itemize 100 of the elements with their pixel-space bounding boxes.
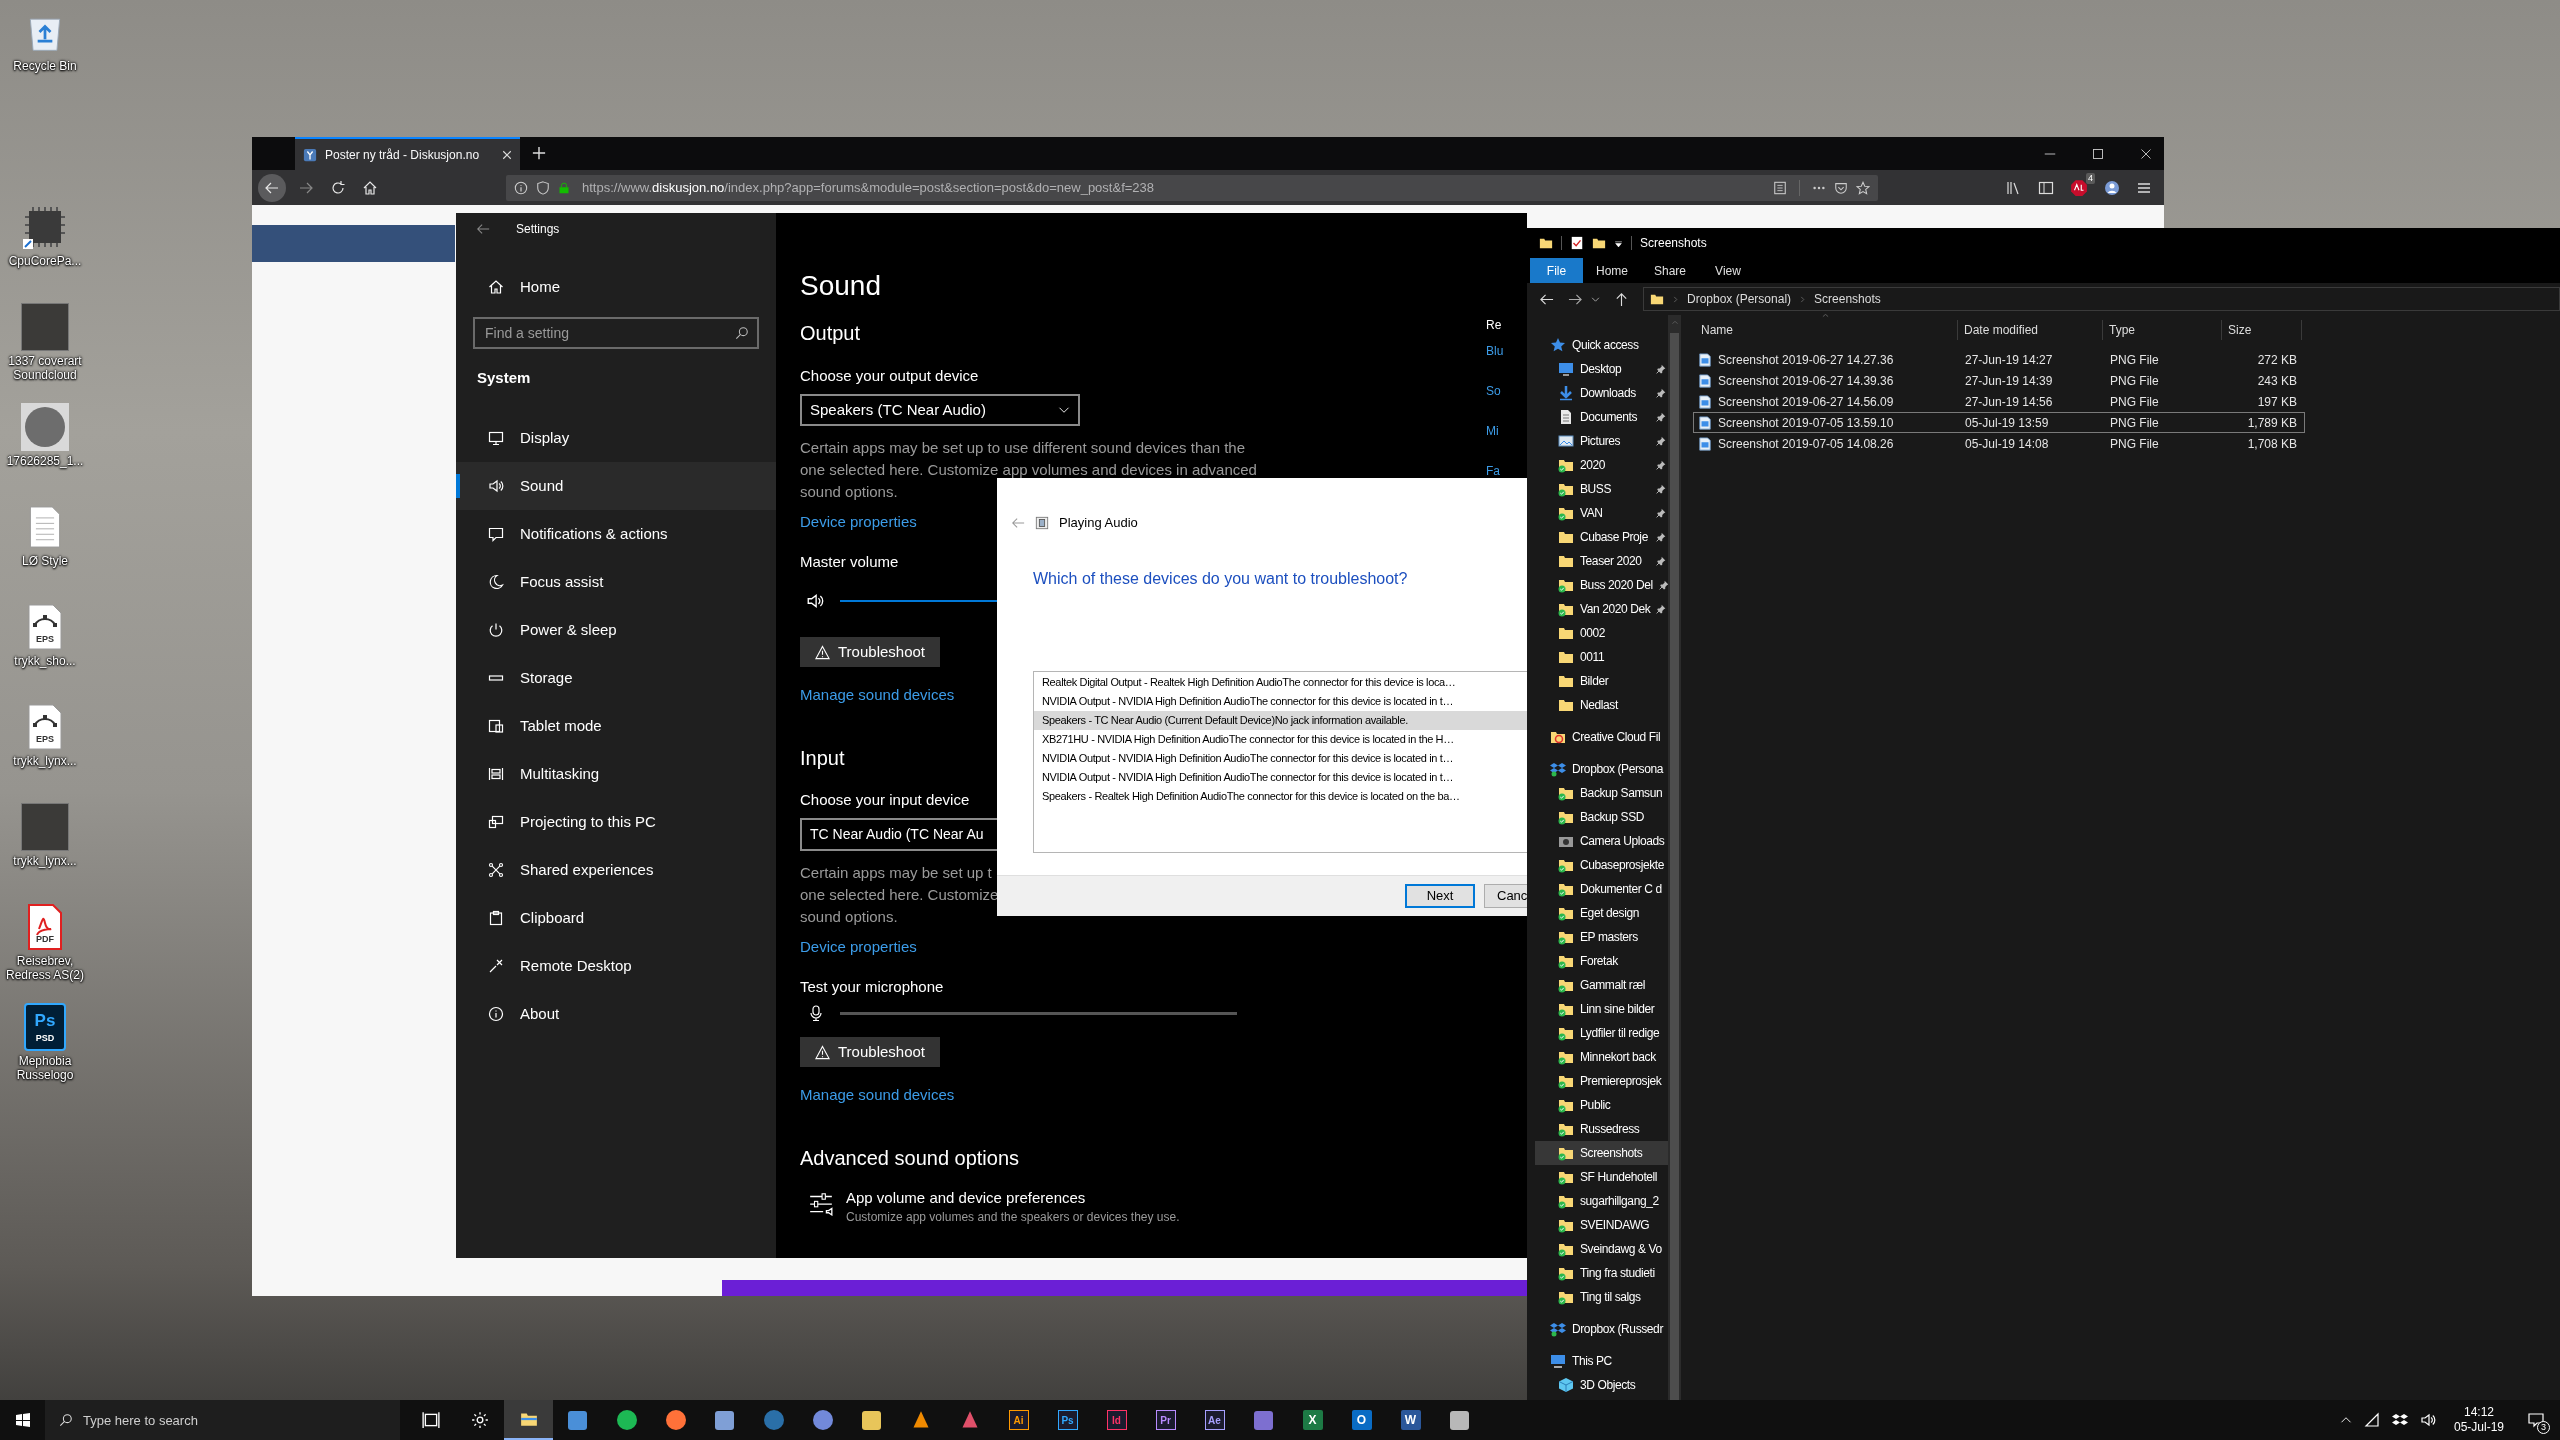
column-header[interactable]: Type: [2103, 320, 2222, 340]
pin-icon[interactable]: [1656, 388, 1666, 398]
pin-icon[interactable]: [1656, 604, 1667, 614]
tree-item[interactable]: Documents: [1535, 405, 1668, 429]
desktop-shortcut[interactable]: Ps PSD Mephobia Russelogo: [0, 1003, 90, 1103]
back-button[interactable]: [258, 173, 286, 202]
desktop-shortcut[interactable]: EPS trykk_lynx...: [0, 703, 90, 803]
device-list-item[interactable]: Speakers - Realtek High Definition AudioThe connector for this device is located on the ba…: [1034, 787, 1527, 806]
pin-icon[interactable]: [1656, 508, 1666, 518]
ribbon-tab[interactable]: View: [1699, 258, 1757, 283]
dropdown-caret-icon[interactable]: [1614, 238, 1623, 248]
settings-nav-item[interactable]: Power & sleep: [456, 606, 776, 654]
device-list-item[interactable]: XB271HU - NVIDIA High Definition AudioThe connector for this device is located in the H…: [1034, 730, 1527, 749]
new-tab-icon[interactable]: [532, 146, 546, 160]
pin-icon[interactable]: [1658, 580, 1669, 590]
tree-item[interactable]: 0011: [1535, 645, 1668, 669]
dropbox-icon[interactable]: [2391, 1412, 2408, 1428]
tree-item[interactable]: Backup SSD: [1535, 805, 1668, 829]
settings-nav-item[interactable]: Sound: [456, 462, 776, 510]
sidebar-icon[interactable]: [2038, 179, 2054, 196]
library-icon[interactable]: [2006, 179, 2022, 196]
clock[interactable]: 14:12 05-Jul-19: [2447, 1405, 2510, 1435]
address-bar[interactable]: Dropbox (Personal) Screenshots: [1643, 287, 2560, 311]
taskbar-app-button[interactable]: W: [1386, 1400, 1435, 1440]
star-icon[interactable]: [1856, 180, 1870, 195]
close-tab-icon[interactable]: [502, 149, 512, 160]
taskbar-app-button[interactable]: Ps: [1043, 1400, 1092, 1440]
breadcrumb-item[interactable]: Screenshots: [1814, 290, 1881, 308]
manage-devices-link[interactable]: Manage sound devices: [800, 684, 955, 706]
properties-icon[interactable]: [1570, 236, 1584, 250]
tree-item[interactable]: Backup Samsun: [1535, 781, 1668, 805]
settings-nav-item[interactable]: Shared experiences: [456, 846, 776, 894]
tree-item[interactable]: Van 2020 Dek: [1535, 597, 1668, 621]
tree-item[interactable]: 3D Objects: [1535, 1373, 1668, 1397]
action-center-button[interactable]: 3: [2522, 1406, 2550, 1434]
ribbon-tab[interactable]: File: [1530, 258, 1583, 283]
close-icon[interactable]: [2140, 148, 2152, 160]
reload-icon[interactable]: [330, 179, 346, 196]
tree-item[interactable]: Dropbox (Russedr: [1535, 1317, 1668, 1341]
file-row[interactable]: Screenshot 2019-06-27 14.27.36 27-Jun-19 14:27 PNG File 272 KB: [1693, 349, 2305, 370]
search-field[interactable]: Find a setting: [473, 317, 759, 349]
app-volume-item[interactable]: App volume and device preferences Customize app volumes and the speakers or devices they use.: [800, 1188, 1180, 1226]
maximize-icon[interactable]: [2092, 148, 2104, 160]
device-list-item[interactable]: Speakers - TC Near Audio (Current Default Device)No jack information available.: [1034, 711, 1527, 730]
settings-nav-item[interactable]: Remote Desktop: [456, 942, 776, 990]
home-icon[interactable]: [362, 179, 378, 196]
pin-icon[interactable]: [1656, 412, 1666, 422]
tree-item[interactable]: This PC: [1535, 1349, 1668, 1373]
tree-item[interactable]: Linn sine bilder: [1535, 997, 1668, 1021]
tree-item[interactable]: Downloads: [1535, 381, 1668, 405]
column-header[interactable]: Size: [2222, 320, 2302, 340]
breadcrumb-item[interactable]: Dropbox (Personal): [1687, 290, 1792, 308]
pin-icon[interactable]: [1656, 364, 1666, 374]
tree-item[interactable]: Foretak: [1535, 949, 1668, 973]
tree-item[interactable]: Teaser 2020: [1535, 549, 1668, 573]
file-row[interactable]: Screenshot 2019-07-05 14.08.26 05-Jul-19 14:08 PNG File 1,708 KB: [1693, 433, 2305, 454]
related-link[interactable]: Mi: [1486, 423, 1503, 439]
tree-item[interactable]: EP masters: [1535, 925, 1668, 949]
desktop-shortcut[interactable]: EPS trykk_sho...: [0, 603, 90, 703]
taskbar-app-button[interactable]: Id: [1092, 1400, 1141, 1440]
tree-item[interactable]: Russedress: [1535, 1117, 1668, 1141]
tree-item[interactable]: Dropbox (Persona: [1535, 757, 1668, 781]
tree-item[interactable]: Buss 2020 Del: [1535, 573, 1668, 597]
related-link[interactable]: So: [1486, 383, 1503, 399]
pocket-icon[interactable]: [1834, 180, 1848, 195]
related-link[interactable]: Fa: [1486, 463, 1503, 479]
tree-item[interactable]: 0002: [1535, 621, 1668, 645]
taskbar-app-button[interactable]: Pr: [1141, 1400, 1190, 1440]
device-properties-link[interactable]: Device properties: [800, 936, 917, 958]
tree-item[interactable]: Cubaseprosjekte: [1535, 853, 1668, 877]
network-icon[interactable]: [2363, 1412, 2380, 1428]
manage-devices-link[interactable]: Manage sound devices: [800, 1084, 955, 1106]
file-row[interactable]: Screenshot 2019-06-27 14.39.36 27-Jun-19 14:39 PNG File 243 KB: [1693, 370, 2305, 391]
column-header[interactable]: Date modified: [1958, 320, 2103, 340]
tree-item[interactable]: Eget design: [1535, 901, 1668, 925]
pin-icon[interactable]: [1656, 460, 1666, 470]
device-dropdown[interactable]: Speakers (TC Near Audio): [800, 394, 1080, 426]
settings-nav-item[interactable]: Notifications & actions: [456, 510, 776, 558]
adblock-icon[interactable]: [2070, 178, 2088, 197]
tree-item[interactable]: BUSS: [1535, 477, 1668, 501]
device-list-item[interactable]: NVIDIA Output - NVIDIA High Definition AudioThe connector for this device is located in t…: [1034, 749, 1527, 768]
tree-item[interactable]: Pictures: [1535, 429, 1668, 453]
dialog-button[interactable]: Next: [1405, 884, 1475, 908]
settings-nav-item[interactable]: Focus assist: [456, 558, 776, 606]
taskbar-app-button[interactable]: O: [1337, 1400, 1386, 1440]
tree-item[interactable]: Quick access: [1535, 333, 1668, 357]
pin-icon[interactable]: [1656, 484, 1666, 494]
tree-item[interactable]: Dokumenter C d: [1535, 877, 1668, 901]
tree-item[interactable]: Gammalt ræl: [1535, 973, 1668, 997]
file-row[interactable]: Screenshot 2019-06-27 14.56.09 27-Jun-19 14:56 PNG File 197 KB: [1693, 391, 2305, 412]
speaker-icon[interactable]: [806, 592, 824, 610]
tree-item[interactable]: Ting til salgs: [1535, 1285, 1668, 1309]
tree-item[interactable]: Camera Uploads: [1535, 829, 1668, 853]
device-list-item[interactable]: Realtek Digital Output - Realtek High Definition AudioThe connector for this device is loca…: [1034, 673, 1527, 692]
tree-item[interactable]: sugarhillgang_2: [1535, 1189, 1668, 1213]
tree-item[interactable]: Desktop: [1535, 357, 1668, 381]
home-nav-item[interactable]: Home: [456, 267, 776, 307]
pin-icon[interactable]: [1656, 556, 1666, 566]
pin-icon[interactable]: [1656, 436, 1666, 446]
new-folder-icon[interactable]: [1592, 236, 1606, 250]
